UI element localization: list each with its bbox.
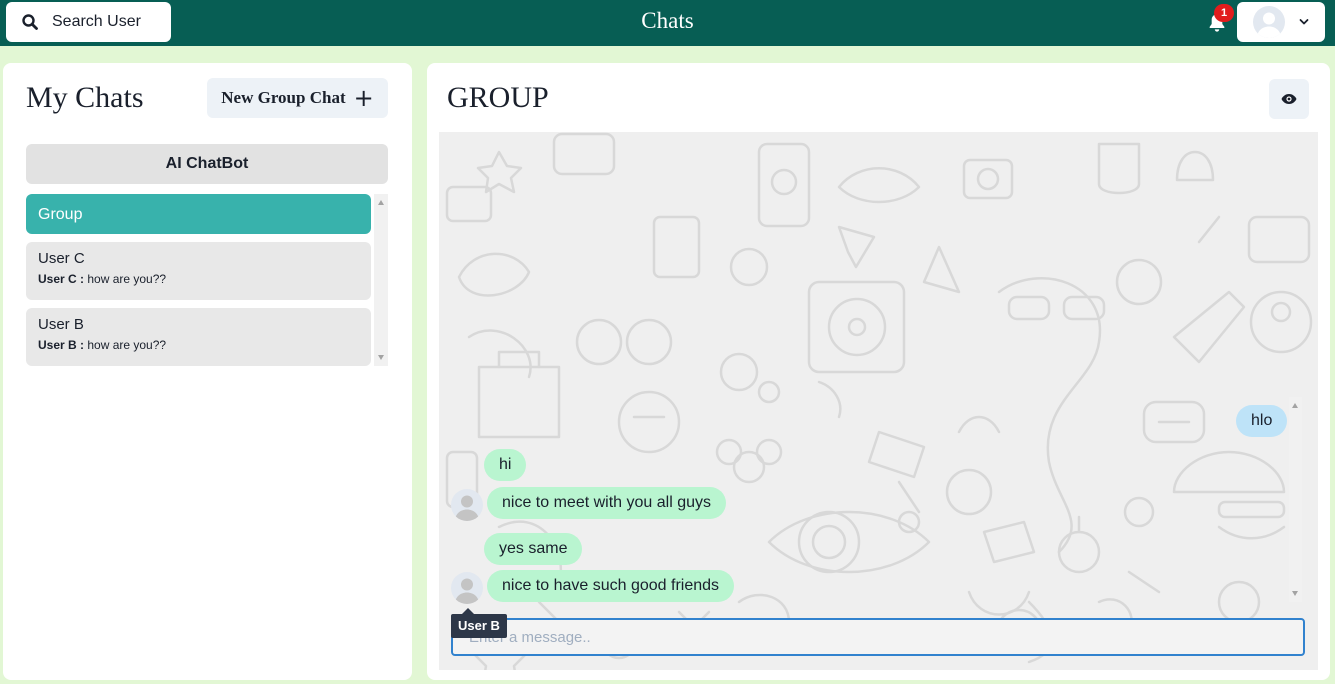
last-message: how are you??: [87, 338, 167, 352]
user-silhouette-icon: [1257, 12, 1281, 38]
chevron-down-icon: [1299, 19, 1309, 25]
message-bubble-received: nice to have such good friends: [487, 570, 735, 602]
notification-badge: 1: [1214, 4, 1234, 22]
chat-list-scrollbar[interactable]: [374, 194, 388, 366]
scroll-down-arrow[interactable]: [378, 355, 384, 360]
last-sender: User B :: [38, 338, 85, 352]
search-user-button[interactable]: Search User: [6, 2, 171, 42]
chat-item-preview: User C : how are you??: [38, 272, 359, 286]
message-bubble-received: yes same: [484, 533, 583, 565]
chat-item-user-b[interactable]: User B User B : how are you??: [26, 308, 371, 366]
ai-chatbot-button[interactable]: AI ChatBot: [26, 144, 388, 184]
sender-avatar[interactable]: [451, 572, 483, 604]
page-title: Chats: [641, 8, 694, 33]
my-chats-panel: My Chats New Group Chat + AI ChatBot Gro…: [3, 63, 412, 680]
message-scrollbar[interactable]: [1289, 397, 1302, 602]
top-bar: Search User Chats 1: [0, 0, 1335, 46]
user-silhouette-icon: [455, 495, 479, 521]
chat-item-name: User B: [38, 316, 84, 333]
chat-panel: GROUP hlo hi nice to meet with you all g…: [427, 63, 1330, 680]
my-chats-title: My Chats: [26, 81, 144, 114]
message-area: hlo hi nice to meet with you all guys ye…: [439, 132, 1318, 670]
sender-avatar[interactable]: [451, 489, 483, 521]
view-profile-button[interactable]: [1269, 79, 1309, 119]
eye-icon: [1281, 94, 1297, 104]
new-group-chat-label: New Group Chat: [221, 88, 346, 107]
search-user-label: Search User: [52, 13, 141, 30]
last-message: how are you??: [87, 272, 167, 286]
message-input[interactable]: [451, 618, 1305, 656]
user-avatar: [1253, 6, 1285, 38]
chat-item-preview: User B : how are you??: [38, 338, 359, 352]
last-sender: User C :: [38, 272, 85, 286]
plus-icon: +: [353, 84, 374, 112]
new-group-chat-button[interactable]: New Group Chat +: [207, 78, 388, 118]
scroll-down-arrow[interactable]: [1292, 591, 1298, 596]
user-silhouette-icon: [455, 578, 479, 604]
chat-list: Group User C User C : how are you?? User…: [26, 194, 388, 366]
chat-item-name: Group: [38, 206, 83, 223]
chat-item-user-c[interactable]: User C User C : how are you??: [26, 242, 371, 300]
search-icon: [22, 14, 38, 30]
scroll-up-arrow[interactable]: [378, 200, 384, 205]
message-bubble-received: nice to meet with you all guys: [487, 487, 726, 519]
profile-menu-button[interactable]: [1237, 2, 1325, 42]
sender-tooltip: User B: [451, 608, 507, 638]
message-bubble-received: hi: [484, 449, 527, 481]
scroll-up-arrow[interactable]: [1292, 403, 1298, 408]
chat-item-name: User C: [38, 250, 85, 267]
chat-item-group[interactable]: Group: [26, 194, 371, 234]
chat-title: GROUP: [447, 81, 549, 114]
message-bubble-sent: hlo: [1236, 405, 1288, 437]
